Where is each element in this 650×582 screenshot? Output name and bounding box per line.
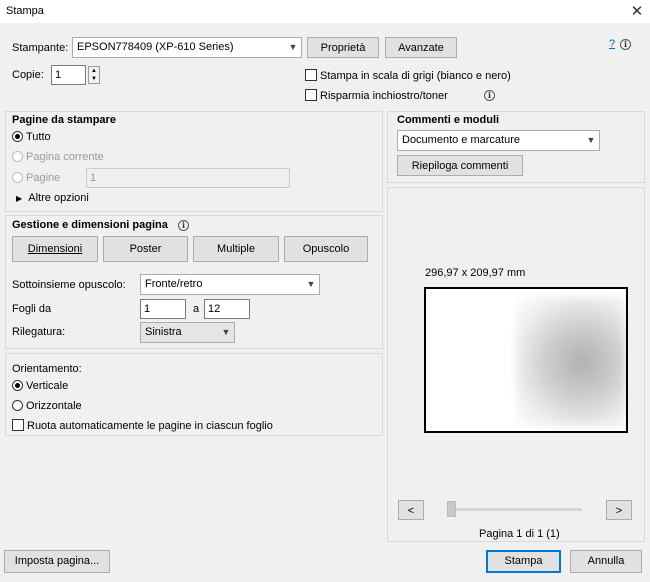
help-link[interactable]: ? xyxy=(609,38,615,50)
binding-select[interactable]: Sinistra ▼ xyxy=(140,322,235,343)
expand-triangle-icon: ▶ xyxy=(16,194,23,203)
preview-page-text: Pagina 1 di 1 (1) xyxy=(479,528,560,540)
pages-range-label: Pagine xyxy=(26,172,61,184)
sheets-to-label: a xyxy=(193,303,200,315)
landscape-option[interactable]: Orizzontale xyxy=(12,400,82,412)
auto-rotate-checkbox[interactable] xyxy=(12,419,24,431)
grayscale-label: Stampa in scala di grigi (bianco e nero) xyxy=(320,70,511,82)
booklet-subset-label: Sottoinsieme opuscolo: xyxy=(12,279,126,291)
printer-select[interactable]: EPSON778409 (XP-610 Series) ▼ xyxy=(72,37,302,58)
poster-button[interactable]: Poster xyxy=(103,236,188,262)
copies-stepper[interactable]: ▲ ▼ xyxy=(88,66,100,84)
printer-select-value: EPSON778409 (XP-610 Series) xyxy=(77,41,234,53)
next-page-button[interactable]: > xyxy=(606,500,632,520)
preview-size-text: 296,97 x 209,97 mm xyxy=(425,267,526,279)
chevron-down-icon: ▼ xyxy=(288,42,298,52)
save-ink-option[interactable]: Risparmia inchiostro/toner xyxy=(305,89,448,102)
auto-rotate-option[interactable]: Ruota automaticamente le pagine in ciasc… xyxy=(12,419,273,432)
preview-page xyxy=(424,287,628,433)
grayscale-option[interactable]: Stampa in scala di grigi (bianco e nero) xyxy=(305,69,511,82)
auto-rotate-label: Ruota automaticamente le pagine in ciasc… xyxy=(27,420,273,432)
portrait-option[interactable]: Verticale xyxy=(12,380,68,392)
print-button[interactable]: Stampa xyxy=(486,550,561,573)
pages-range-option[interactable]: Pagine xyxy=(12,172,60,184)
summarize-comments-button[interactable]: Riepiloga commenti xyxy=(397,155,523,176)
binding-value: Sinistra xyxy=(145,326,182,338)
multiple-button[interactable]: Multiple xyxy=(193,236,279,262)
sheets-from-input[interactable]: 1 xyxy=(140,299,186,319)
help-info-icon[interactable]: i xyxy=(620,38,631,50)
booklet-button[interactable]: Opuscolo xyxy=(284,236,368,262)
pages-range-input[interactable]: 1 xyxy=(86,168,290,188)
booklet-subset-value: Fronte/retro xyxy=(145,278,203,290)
page-slider-track[interactable] xyxy=(448,508,582,511)
prev-page-button[interactable]: < xyxy=(398,500,424,520)
landscape-label: Orizzontale xyxy=(26,400,82,412)
landscape-radio[interactable] xyxy=(12,400,23,411)
page-slider-thumb[interactable] xyxy=(447,501,456,517)
pages-current-label: Pagina corrente xyxy=(26,151,104,163)
orientation-heading: Orientamento: xyxy=(12,363,82,375)
properties-button[interactable]: Proprietà xyxy=(307,37,379,58)
save-ink-label: Risparmia inchiostro/toner xyxy=(320,90,448,102)
portrait-radio[interactable] xyxy=(12,380,23,391)
copies-label: Copie: xyxy=(12,69,44,81)
cancel-button[interactable]: Annulla xyxy=(570,550,642,573)
more-options-label: Altre opzioni xyxy=(28,192,89,204)
sizing-heading: Gestione e dimensioni pagina xyxy=(12,219,168,231)
booklet-subset-select[interactable]: Fronte/retro ▼ xyxy=(140,274,320,295)
pages-range-radio[interactable] xyxy=(12,172,23,183)
pages-current-radio[interactable] xyxy=(12,151,23,162)
more-options-toggle[interactable]: ▶ Altre opzioni xyxy=(16,192,89,204)
pages-current-option[interactable]: Pagina corrente xyxy=(12,151,104,163)
chevron-down-icon: ▼ xyxy=(306,279,316,289)
save-ink-checkbox[interactable] xyxy=(305,89,317,101)
binding-label: Rilegatura: xyxy=(12,326,66,338)
pages-all-option[interactable]: Tutto xyxy=(12,131,51,143)
size-button-label: Dimensioni xyxy=(27,243,83,255)
pages-all-radio[interactable] xyxy=(12,131,23,142)
pages-all-label: Tutto xyxy=(26,131,51,143)
chevron-down-icon: ▼ xyxy=(221,327,231,337)
printer-label: Stampante: xyxy=(12,42,69,54)
window-title: Stampa xyxy=(6,5,44,17)
chevron-down-icon: ▼ xyxy=(586,135,596,145)
sizing-info-icon[interactable]: i xyxy=(178,219,189,231)
close-icon[interactable]: ✕ xyxy=(630,2,644,20)
advanced-button[interactable]: Avanzate xyxy=(385,37,457,58)
sheets-label: Fogli da xyxy=(12,303,52,315)
sheets-to-input[interactable]: 12 xyxy=(204,299,250,319)
comments-select-value: Documento e marcature xyxy=(402,134,520,146)
save-ink-info-icon[interactable]: i xyxy=(484,89,495,101)
pages-heading: Pagine da stampare xyxy=(12,114,116,126)
copies-input[interactable]: 1 xyxy=(51,65,86,85)
comments-heading: Commenti e moduli xyxy=(397,114,500,126)
grayscale-checkbox[interactable] xyxy=(305,69,317,81)
size-button[interactable]: Dimensioni xyxy=(12,236,98,262)
preview-content xyxy=(516,297,626,427)
page-setup-button[interactable]: Imposta pagina... xyxy=(4,550,110,573)
portrait-label: Verticale xyxy=(26,380,69,392)
comments-select[interactable]: Documento e marcature ▼ xyxy=(397,130,600,151)
